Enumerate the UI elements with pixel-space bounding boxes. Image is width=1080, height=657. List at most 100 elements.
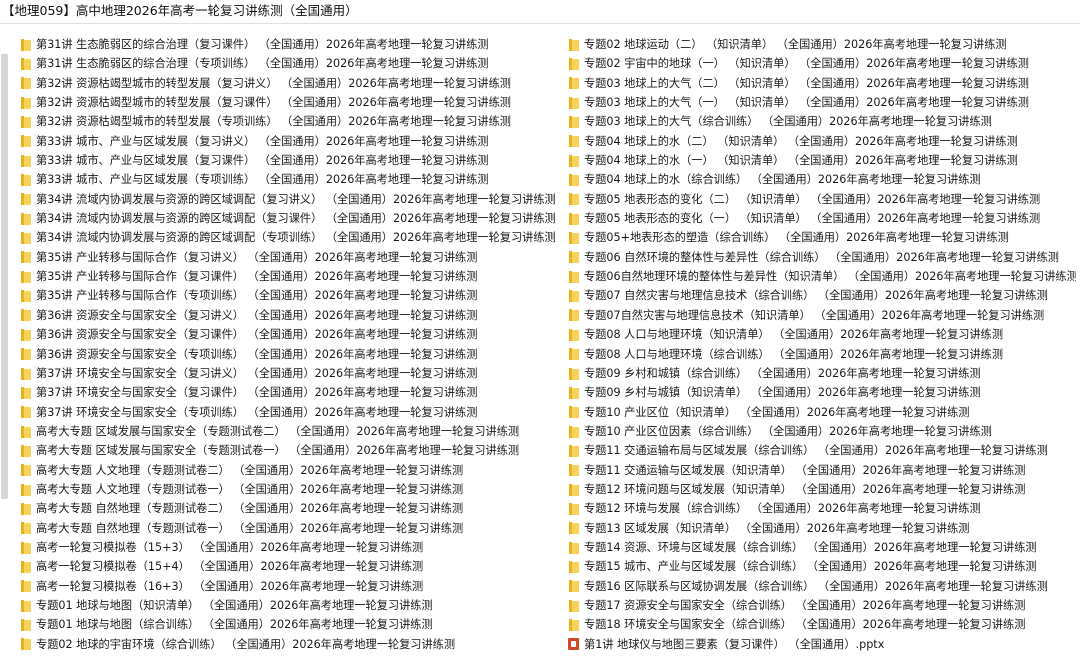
folder-item[interactable]: 专题05+地表形态的塑造（综合训练） （全国通用）2026年高考地理一轮复习讲练… xyxy=(568,228,1076,247)
folder-item[interactable]: 专题04 地球上的水（一） （知识清单） （全国通用）2026年高考地理一轮复习… xyxy=(568,151,1076,170)
folder-item[interactable]: 专题01 地球与地图（知识清单） （全国通用）2026年高考地理一轮复习讲练测 xyxy=(20,596,560,615)
folder-item[interactable]: 第32讲 资源枯竭型城市的转型发展（复习讲义） （全国通用）2026年高考地理一… xyxy=(20,74,560,93)
folder-item[interactable]: 高考一轮复习模拟卷（16+3） （全国通用）2026年高考地理一轮复习讲练测 xyxy=(20,577,560,596)
folder-item[interactable]: 专题12 环境与发展（综合训练） （全国通用）2026年高考地理一轮复习讲练测 xyxy=(568,499,1076,518)
item-label: 专题10 产业区位因素（综合训练） （全国通用）2026年高考地理一轮复习讲练测 xyxy=(584,424,992,438)
file-list-left-column: 第31讲 生态脆弱区的综合治理（复习课件） （全国通用）2026年高考地理一轮复… xyxy=(20,35,560,654)
folder-item[interactable]: 高考大专题 区域发展与国家安全（专题测试卷二） （全国通用）2026年高考地理一… xyxy=(20,422,560,441)
folder-item[interactable]: 专题16 区际联系与区域协调发展（综合训练） （全国通用）2026年高考地理一轮… xyxy=(568,577,1076,596)
folder-icon xyxy=(569,96,579,109)
folder-item[interactable]: 专题03 地球上的大气（综合训练） （全国通用）2026年高考地理一轮复习讲练测 xyxy=(568,112,1076,131)
folder-item[interactable]: 高考大专题 人文地理（专题测试卷一） （全国通用）2026年高考地理一轮复习讲练… xyxy=(20,480,560,499)
folder-item[interactable]: 专题14 资源、环境与区域发展（综合训练） （全国通用）2026年高考地理一轮复… xyxy=(568,538,1076,557)
item-label: 专题17 资源安全与国家安全（综合训练） （全国通用）2026年高考地理一轮复习… xyxy=(584,598,1026,612)
scrollbar-thumb[interactable] xyxy=(1,54,8,499)
folder-item[interactable]: 专题11 交通运输与区域发展（知识清单） （全国通用）2026年高考地理一轮复习… xyxy=(568,461,1076,480)
folder-item[interactable]: 第31讲 生态脆弱区的综合治理（复习课件） （全国通用）2026年高考地理一轮复… xyxy=(20,35,560,54)
folder-item[interactable]: 第36讲 资源安全与国家安全（专项训练） （全国通用）2026年高考地理一轮复习… xyxy=(20,345,560,364)
folder-icon xyxy=(21,406,31,419)
folder-item[interactable]: 高考一轮复习模拟卷（15+3） （全国通用）2026年高考地理一轮复习讲练测 xyxy=(20,538,560,557)
folder-icon xyxy=(21,38,31,51)
item-label: 第33讲 城市、产业与区域发展（专项训练） （全国通用）2026年高考地理一轮复… xyxy=(36,173,489,187)
folder-item[interactable]: 专题09 乡村和城镇（综合训练） （全国通用）2026年高考地理一轮复习讲练测 xyxy=(568,364,1076,383)
item-label: 第33讲 城市、产业与区域发展（复习讲义） （全国通用）2026年高考地理一轮复… xyxy=(36,134,489,148)
folder-item[interactable]: 高考大专题 人文地理（专题测试卷二） （全国通用）2026年高考地理一轮复习讲练… xyxy=(20,461,560,480)
item-label: 专题03 地球上的大气（一） （知识清单） （全国通用）2026年高考地理一轮复… xyxy=(584,96,1029,110)
item-label: 专题13 区域发展（知识清单） （全国通用）2026年高考地理一轮复习讲练测 xyxy=(584,521,970,535)
folder-item[interactable]: 专题05 地表形态的变化（二） （知识清单） （全国通用）2026年高考地理一轮… xyxy=(568,190,1076,209)
folder-item[interactable]: 专题03 地球上的大气（二） （知识清单） （全国通用）2026年高考地理一轮复… xyxy=(568,74,1076,93)
folder-item[interactable]: 专题17 资源安全与国家安全（综合训练） （全国通用）2026年高考地理一轮复习… xyxy=(568,596,1076,615)
folder-item[interactable]: 专题02 地球运动（二） （知识清单） （全国通用）2026年高考地理一轮复习讲… xyxy=(568,35,1076,54)
folder-icon xyxy=(21,386,31,399)
folder-item[interactable]: 第36讲 资源安全与国家安全（复习课件） （全国通用）2026年高考地理一轮复习… xyxy=(20,325,560,344)
folder-icon xyxy=(569,483,579,496)
folder-item[interactable]: 第33讲 城市、产业与区域发展（复习讲义） （全国通用）2026年高考地理一轮复… xyxy=(20,132,560,151)
folder-item[interactable]: 专题10 产业区位（知识清单） （全国通用）2026年高考地理一轮复习讲练测 xyxy=(568,403,1076,422)
folder-item[interactable]: 专题06自然地理环境的整体性与差异性（知识清单） （全国通用）2026年高考地理… xyxy=(568,267,1076,286)
folder-item[interactable]: 专题01 地球与地图（综合训练） （全国通用）2026年高考地理一轮复习讲练测 xyxy=(20,615,560,634)
item-label: 高考一轮复习模拟卷（15+3） （全国通用）2026年高考地理一轮复习讲练测 xyxy=(36,540,424,554)
folder-icon xyxy=(21,58,31,71)
item-label: 第34讲 流域内协调发展与资源的跨区域调配（专项训练） （全国通用）2026年高… xyxy=(36,231,556,245)
folder-item[interactable]: 第36讲 资源安全与国家安全（复习讲义） （全国通用）2026年高考地理一轮复习… xyxy=(20,306,560,325)
item-label: 专题11 交通运输与区域发展（知识清单） （全国通用）2026年高考地理一轮复习… xyxy=(584,463,1026,477)
folder-item[interactable]: 高考大专题 自然地理（专题测试卷一） （全国通用）2026年高考地理一轮复习讲练… xyxy=(20,519,560,538)
folder-icon xyxy=(21,502,31,515)
folder-item[interactable]: 专题07 自然灾害与地理信息技术（综合训练） （全国通用）2026年高考地理一轮… xyxy=(568,286,1076,305)
folder-item[interactable]: 第32讲 资源枯竭型城市的转型发展（复习课件） （全国通用）2026年高考地理一… xyxy=(20,93,560,112)
folder-item[interactable]: 专题06 自然环境的整体性与差异性（综合训练） （全国通用）2026年高考地理一… xyxy=(568,248,1076,267)
folder-icon xyxy=(21,212,31,225)
item-label: 第35讲 产业转移与国际合作（复习讲义） （全国通用）2026年高考地理一轮复习… xyxy=(36,250,478,264)
folder-item[interactable]: 第35讲 产业转移与国际合作（复习讲义） （全国通用）2026年高考地理一轮复习… xyxy=(20,248,560,267)
folder-icon xyxy=(569,367,579,380)
item-label: 专题02 地球运动（二） （知识清单） （全国通用）2026年高考地理一轮复习讲… xyxy=(584,38,1007,51)
item-label: 专题18 环境安全与国家安全（综合训练） （全国通用）2026年高考地理一轮复习… xyxy=(584,618,1026,632)
folder-icon xyxy=(569,328,579,341)
item-label: 专题04 地球上的水（综合训练） （全国通用）2026年高考地理一轮复习讲练测 xyxy=(584,173,981,187)
folder-item[interactable]: 第37讲 环境安全与国家安全（复习讲义） （全国通用）2026年高考地理一轮复习… xyxy=(20,364,560,383)
item-label: 专题01 地球与地图（知识清单） （全国通用）2026年高考地理一轮复习讲练测 xyxy=(36,598,433,612)
folder-item[interactable]: 第35讲 产业转移与国际合作（复习课件） （全国通用）2026年高考地理一轮复习… xyxy=(20,267,560,286)
folder-item[interactable]: 第33讲 城市、产业与区域发展（复习课件） （全国通用）2026年高考地理一轮复… xyxy=(20,151,560,170)
folder-item[interactable]: 第33讲 城市、产业与区域发展（专项训练） （全国通用）2026年高考地理一轮复… xyxy=(20,170,560,189)
folder-item[interactable]: 专题08 人口与地理环境（知识清单） （全国通用）2026年高考地理一轮复习讲练… xyxy=(568,325,1076,344)
folder-item[interactable]: 第34讲 流域内协调发展与资源的跨区域调配（专项训练） （全国通用）2026年高… xyxy=(20,228,560,247)
folder-item[interactable]: 第35讲 产业转移与国际合作（专项训练） （全国通用）2026年高考地理一轮复习… xyxy=(20,286,560,305)
folder-item[interactable]: 专题13 区域发展（知识清单） （全国通用）2026年高考地理一轮复习讲练测 xyxy=(568,519,1076,538)
folder-item[interactable]: 专题15 城市、产业与区域发展（综合训练） （全国通用）2026年高考地理一轮复… xyxy=(568,557,1076,576)
item-label: 专题02 宇宙中的地球（一） （知识清单） （全国通用）2026年高考地理一轮复… xyxy=(584,57,1029,71)
folder-item[interactable]: 专题05 地表形态的变化（一） （知识清单） （全国通用）2026年高考地理一轮… xyxy=(568,209,1076,228)
folder-item[interactable]: 专题18 环境安全与国家安全（综合训练） （全国通用）2026年高考地理一轮复习… xyxy=(568,615,1076,634)
file-item[interactable]: 第1讲 地球仪与地图三要素（复习课件） （全国通用）.pptx xyxy=(568,635,1076,654)
folder-item[interactable]: 专题09 乡村与城镇（知识清单） （全国通用）2026年高考地理一轮复习讲练测 xyxy=(568,383,1076,402)
folder-icon xyxy=(569,251,579,264)
folder-item[interactable]: 高考大专题 自然地理（专题测试卷二） （全国通用）2026年高考地理一轮复习讲练… xyxy=(20,499,560,518)
item-label: 高考大专题 区域发展与国家安全（专题测试卷二） （全国通用）2026年高考地理一… xyxy=(36,424,520,438)
folder-icon xyxy=(569,38,579,51)
folder-item[interactable]: 专题04 地球上的水（综合训练） （全国通用）2026年高考地理一轮复习讲练测 xyxy=(568,170,1076,189)
folder-item[interactable]: 高考一轮复习模拟卷（15+4） （全国通用）2026年高考地理一轮复习讲练测 xyxy=(20,557,560,576)
folder-item[interactable]: 专题11 交通运输布局与区域发展（综合训练） （全国通用）2026年高考地理一轮… xyxy=(568,441,1076,460)
folder-item[interactable]: 专题08 人口与地理环境（综合训练） （全国通用）2026年高考地理一轮复习讲练… xyxy=(568,345,1076,364)
folder-icon xyxy=(569,174,579,187)
folder-item[interactable]: 专题03 地球上的大气（一） （知识清单） （全国通用）2026年高考地理一轮复… xyxy=(568,93,1076,112)
folder-item[interactable]: 第34讲 流域内协调发展与资源的跨区域调配（复习课件） （全国通用）2026年高… xyxy=(20,209,560,228)
folder-item[interactable]: 专题02 宇宙中的地球（一） （知识清单） （全国通用）2026年高考地理一轮复… xyxy=(568,54,1076,73)
folder-item[interactable]: 专题02 地球的宇宙环境（综合训练） （全国通用）2026年高考地理一轮复习讲练… xyxy=(20,635,560,654)
folder-item[interactable]: 第31讲 生态脆弱区的综合治理（专项训练） （全国通用）2026年高考地理一轮复… xyxy=(20,54,560,73)
folder-item[interactable]: 第32讲 资源枯竭型城市的转型发展（专项训练） （全国通用）2026年高考地理一… xyxy=(20,112,560,131)
folder-item[interactable]: 第37讲 环境安全与国家安全（复习课件） （全国通用）2026年高考地理一轮复习… xyxy=(20,383,560,402)
vertical-scrollbar[interactable] xyxy=(0,24,9,657)
folder-item[interactable]: 高考大专题 区域发展与国家安全（专题测试卷一） （全国通用）2026年高考地理一… xyxy=(20,441,560,460)
folder-item[interactable]: 专题12 环境问题与区域发展（知识清单） （全国通用）2026年高考地理一轮复习… xyxy=(568,480,1076,499)
item-label: 专题06自然地理环境的整体性与差异性（知识清单） （全国通用）2026年高考地理… xyxy=(584,270,1076,284)
folder-icon xyxy=(21,290,31,303)
folder-icon xyxy=(569,348,579,361)
folder-item[interactable]: 第37讲 环境安全与国家安全（专项训练） （全国通用）2026年高考地理一轮复习… xyxy=(20,403,560,422)
item-label: 高考一轮复习模拟卷（15+4） （全国通用）2026年高考地理一轮复习讲练测 xyxy=(36,560,424,574)
folder-item[interactable]: 专题07自然灾害与地理信息技术（知识清单） （全国通用）2026年高考地理一轮复… xyxy=(568,306,1076,325)
folder-item[interactable]: 专题10 产业区位因素（综合训练） （全国通用）2026年高考地理一轮复习讲练测 xyxy=(568,422,1076,441)
folder-item[interactable]: 第34讲 流域内协调发展与资源的跨区域调配（复习讲义） （全国通用）2026年高… xyxy=(20,190,560,209)
folder-item[interactable]: 专题04 地球上的水（二） （知识清单） （全国通用）2026年高考地理一轮复习… xyxy=(568,132,1076,151)
